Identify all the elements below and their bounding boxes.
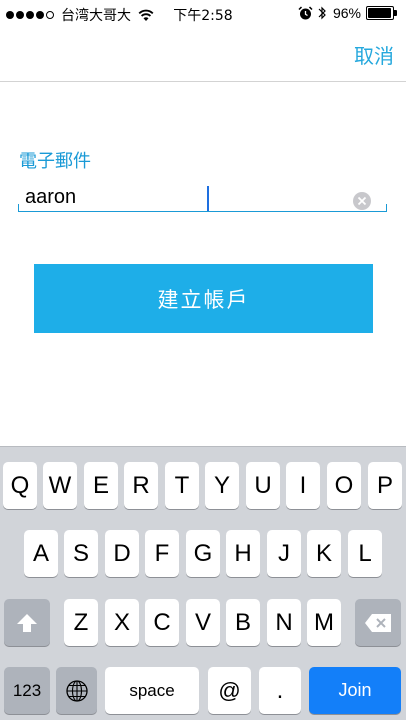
key-i[interactable]: I	[286, 462, 320, 509]
key-v[interactable]: V	[186, 599, 220, 646]
email-underline	[18, 211, 387, 212]
email-field[interactable]	[25, 184, 345, 210]
email-label: 電子郵件	[19, 151, 91, 172]
space-key[interactable]: space	[105, 667, 199, 714]
key-w[interactable]: W	[43, 462, 77, 509]
key-b[interactable]: B	[226, 599, 260, 646]
key-z[interactable]: Z	[64, 599, 98, 646]
key-g[interactable]: G	[186, 530, 220, 577]
key-u[interactable]: U	[246, 462, 280, 509]
at-key[interactable]: @	[208, 667, 251, 714]
key-l[interactable]: L	[348, 530, 382, 577]
cancel-button[interactable]: 取消	[354, 40, 394, 69]
globe-icon	[65, 679, 88, 702]
key-j[interactable]: J	[267, 530, 301, 577]
delete-key[interactable]	[355, 599, 401, 646]
key-s[interactable]: S	[64, 530, 98, 577]
dot-key[interactable]: .	[259, 667, 301, 714]
key-d[interactable]: D	[105, 530, 139, 577]
battery-percent: 96%	[332, 5, 361, 21]
key-y[interactable]: Y	[205, 462, 239, 509]
key-c[interactable]: C	[145, 599, 179, 646]
key-t[interactable]: T	[165, 462, 199, 509]
numbers-key[interactable]: 123	[4, 667, 50, 714]
key-p[interactable]: P	[368, 462, 402, 509]
battery-icon	[366, 6, 398, 20]
keyboard: Q W E R T Y U I O P A S D F G H J K L Z …	[0, 446, 406, 720]
status-bar: 台湾大哥大 下午2:58 96%	[0, 0, 406, 28]
globe-key[interactable]	[56, 667, 97, 714]
status-right: 96%	[298, 5, 398, 21]
shift-icon	[17, 613, 37, 632]
bluetooth-icon	[318, 6, 326, 20]
nav-divider	[0, 81, 406, 82]
alarm-icon	[298, 5, 313, 19]
key-k[interactable]: K	[307, 530, 341, 577]
key-a[interactable]: A	[24, 530, 58, 577]
text-caret	[207, 186, 209, 212]
key-f[interactable]: F	[145, 530, 179, 577]
key-r[interactable]: R	[124, 462, 158, 509]
key-h[interactable]: H	[226, 530, 260, 577]
shift-key[interactable]	[4, 599, 50, 646]
key-q[interactable]: Q	[3, 462, 37, 509]
key-e[interactable]: E	[84, 462, 118, 509]
key-n[interactable]: N	[267, 599, 301, 646]
backspace-icon	[365, 613, 391, 632]
clear-text-icon[interactable]	[353, 192, 371, 210]
email-field-container	[18, 182, 387, 212]
create-account-button[interactable]: 建立帳戶	[34, 264, 373, 333]
key-o[interactable]: O	[327, 462, 361, 509]
key-x[interactable]: X	[105, 599, 139, 646]
join-key[interactable]: Join	[309, 667, 401, 714]
key-m[interactable]: M	[307, 599, 341, 646]
